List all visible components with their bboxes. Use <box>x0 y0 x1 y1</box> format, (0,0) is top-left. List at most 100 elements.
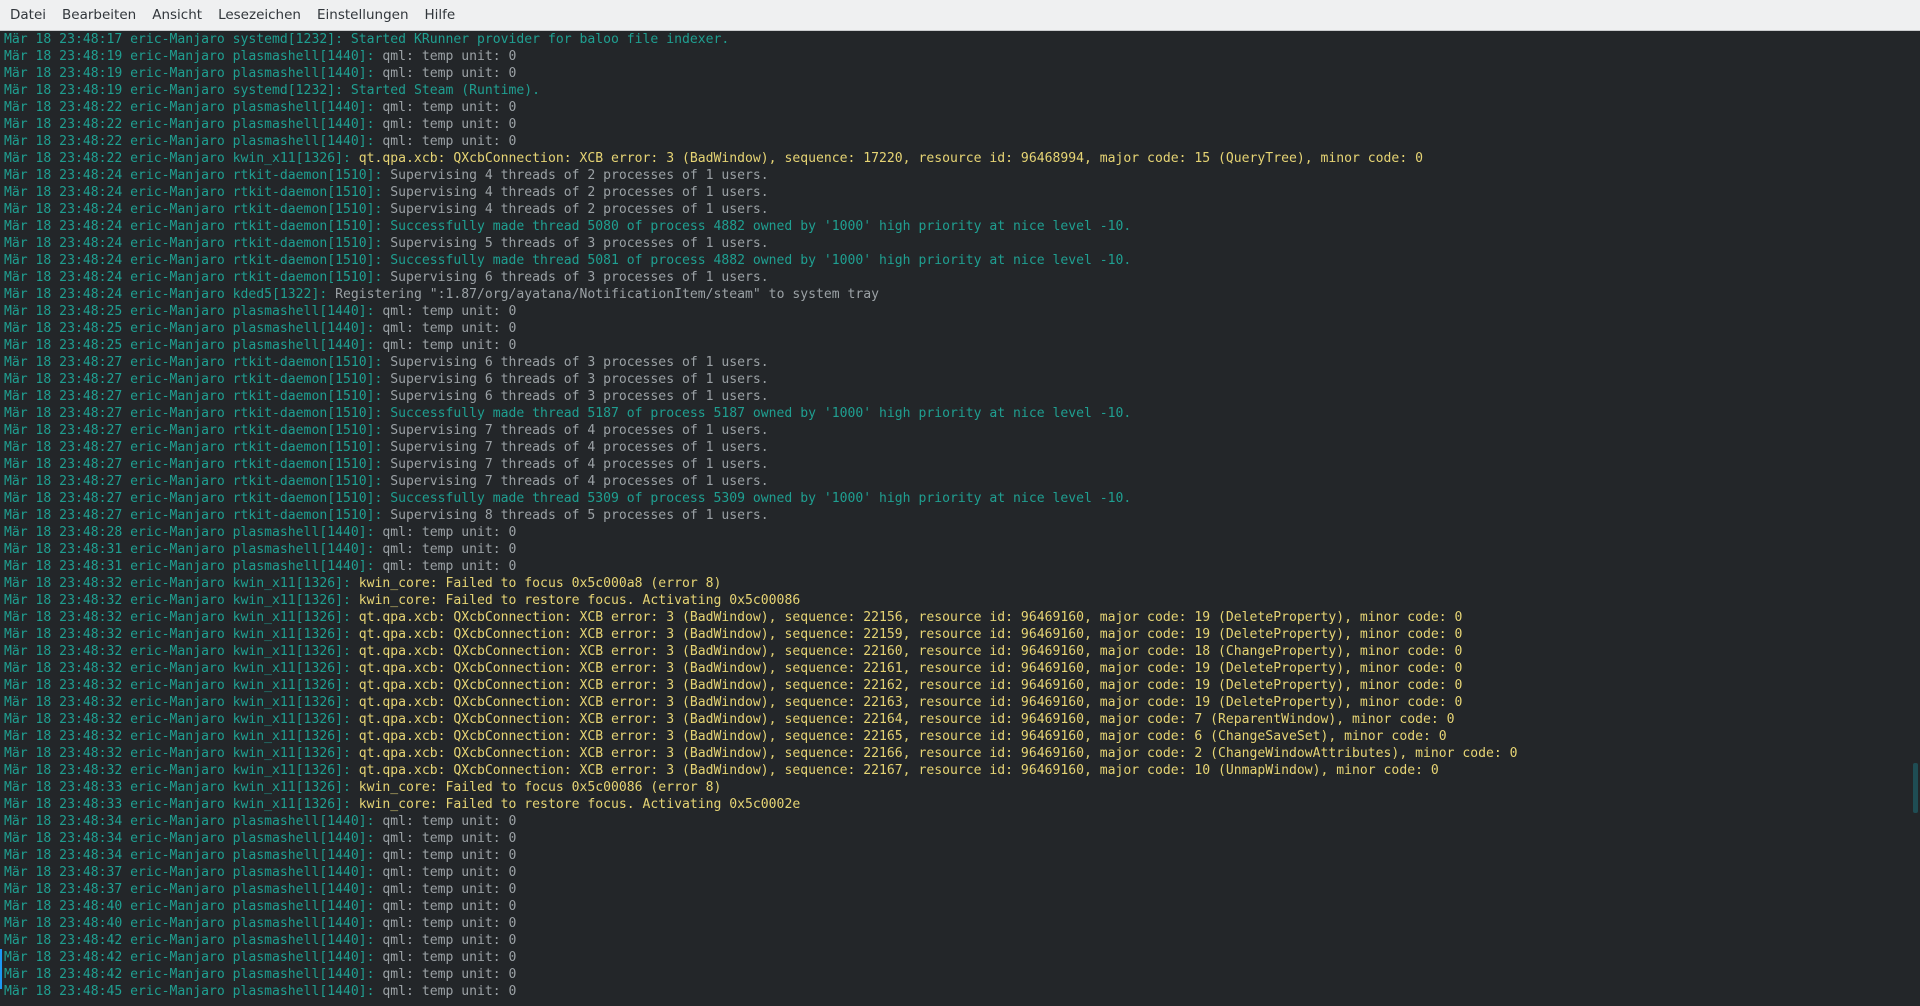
log-prefix: Mär 18 23:48:24 eric-Manjaro rtkit-daemo… <box>4 185 383 200</box>
log-line: Mär 18 23:48:32 eric-Manjaro kwin_x11[13… <box>4 643 1906 660</box>
log-prefix: Mär 18 23:48:32 eric-Manjaro kwin_x11[13… <box>4 661 351 676</box>
log-line: Mär 18 23:48:27 eric-Manjaro rtkit-daemo… <box>4 473 1906 490</box>
log-prefix: Mär 18 23:48:24 eric-Manjaro kded5[1322]… <box>4 287 328 302</box>
log-line: Mär 18 23:48:19 eric-Manjaro plasmashell… <box>4 65 1906 82</box>
log-prefix: Mär 18 23:48:24 eric-Manjaro rtkit-daemo… <box>4 253 383 268</box>
log-line: Mär 18 23:48:45 eric-Manjaro plasmashell… <box>4 983 1906 1000</box>
log-message: Successfully made thread 5187 of process… <box>390 406 1132 421</box>
log-prefix: Mär 18 23:48:27 eric-Manjaro rtkit-daemo… <box>4 406 383 421</box>
log-line: Mär 18 23:48:22 eric-Manjaro kwin_x11[13… <box>4 150 1906 167</box>
log-message: qml: temp unit: 0 <box>382 967 517 982</box>
log-prefix: Mär 18 23:48:42 eric-Manjaro plasmashell… <box>4 933 375 948</box>
log-prefix: Mär 18 23:48:22 eric-Manjaro plasmashell… <box>4 117 375 132</box>
log-message: Supervising 6 threads of 3 processes of … <box>390 355 769 370</box>
log-line: Mär 18 23:48:31 eric-Manjaro plasmashell… <box>4 541 1906 558</box>
log-message: qt.qpa.xcb: QXcbConnection: XCB error: 3… <box>358 729 1447 744</box>
log-prefix: Mär 18 23:48:25 eric-Manjaro plasmashell… <box>4 321 375 336</box>
log-prefix: Mär 18 23:48:24 eric-Manjaro rtkit-daemo… <box>4 236 383 251</box>
log-prefix: Mär 18 23:48:42 eric-Manjaro plasmashell… <box>4 967 375 982</box>
log-line: Mär 18 23:48:32 eric-Manjaro kwin_x11[13… <box>4 626 1906 643</box>
log-message: qml: temp unit: 0 <box>382 66 517 81</box>
log-message: Supervising 4 threads of 2 processes of … <box>390 185 769 200</box>
log-line: Mär 18 23:48:34 eric-Manjaro plasmashell… <box>4 830 1906 847</box>
log-line: Mär 18 23:48:27 eric-Manjaro rtkit-daemo… <box>4 507 1906 524</box>
log-prefix: Mär 18 23:48:22 eric-Manjaro plasmashell… <box>4 100 375 115</box>
scrollbar-handle[interactable] <box>1913 763 1918 813</box>
log-prefix: Mär 18 23:48:24 eric-Manjaro rtkit-daemo… <box>4 270 383 285</box>
log-message: qml: temp unit: 0 <box>382 916 517 931</box>
log-line: Mär 18 23:48:19 eric-Manjaro plasmashell… <box>4 48 1906 65</box>
log-line: Mär 18 23:48:28 eric-Manjaro plasmashell… <box>4 524 1906 541</box>
log-line: Mär 18 23:48:32 eric-Manjaro kwin_x11[13… <box>4 609 1906 626</box>
log-message: Successfully made thread 5081 of process… <box>390 253 1132 268</box>
log-message: qml: temp unit: 0 <box>382 134 517 149</box>
log-message: qml: temp unit: 0 <box>382 933 517 948</box>
log-prefix: Mär 18 23:48:32 eric-Manjaro kwin_x11[13… <box>4 593 351 608</box>
log-line: Mär 18 23:48:24 eric-Manjaro rtkit-daemo… <box>4 218 1906 235</box>
log-message: Started KRunner provider for baloo file … <box>350 32 730 47</box>
log-prefix: Mär 18 23:48:34 eric-Manjaro plasmashell… <box>4 831 375 846</box>
log-line: Mär 18 23:48:37 eric-Manjaro plasmashell… <box>4 864 1906 881</box>
log-message: qml: temp unit: 0 <box>382 848 517 863</box>
log-message: qt.qpa.xcb: QXcbConnection: XCB error: 3… <box>358 151 1423 166</box>
log-line: Mär 18 23:48:27 eric-Manjaro rtkit-daemo… <box>4 388 1906 405</box>
log-message: qml: temp unit: 0 <box>382 117 517 132</box>
log-message: Supervising 7 threads of 4 processes of … <box>390 474 769 489</box>
log-prefix: Mär 18 23:48:24 eric-Manjaro rtkit-daemo… <box>4 202 383 217</box>
log-line: Mär 18 23:48:25 eric-Manjaro plasmashell… <box>4 303 1906 320</box>
log-prefix: Mär 18 23:48:27 eric-Manjaro rtkit-daemo… <box>4 508 383 523</box>
log-prefix: Mär 18 23:48:32 eric-Manjaro kwin_x11[13… <box>4 763 351 778</box>
menu-bar: Datei Bearbeiten Ansicht Lesezeichen Ein… <box>0 0 1920 31</box>
log-message: qml: temp unit: 0 <box>382 814 517 829</box>
log-prefix: Mär 18 23:48:27 eric-Manjaro rtkit-daemo… <box>4 457 383 472</box>
log-line: Mär 18 23:48:32 eric-Manjaro kwin_x11[13… <box>4 660 1906 677</box>
log-message: qml: temp unit: 0 <box>382 49 517 64</box>
menu-datei[interactable]: Datei <box>2 0 54 30</box>
log-lines: Mär 18 23:48:17 eric-Manjaro systemd[123… <box>4 31 1906 1000</box>
log-message: qml: temp unit: 0 <box>382 899 517 914</box>
menu-einstellungen[interactable]: Einstellungen <box>309 0 417 30</box>
log-message: qml: temp unit: 0 <box>382 984 517 999</box>
menu-lesezeichen[interactable]: Lesezeichen <box>210 0 309 30</box>
log-line: Mär 18 23:48:32 eric-Manjaro kwin_x11[13… <box>4 762 1906 779</box>
log-message: kwin_core: Failed to focus 0x5c000a8 (er… <box>358 576 722 591</box>
log-prefix: Mär 18 23:48:22 eric-Manjaro plasmashell… <box>4 134 375 149</box>
log-message: Supervising 5 threads of 3 processes of … <box>390 236 769 251</box>
log-prefix: Mär 18 23:48:25 eric-Manjaro plasmashell… <box>4 304 375 319</box>
log-line: Mär 18 23:48:32 eric-Manjaro kwin_x11[13… <box>4 592 1906 609</box>
log-message: qt.qpa.xcb: QXcbConnection: XCB error: 3… <box>358 610 1463 625</box>
log-line: Mär 18 23:48:27 eric-Manjaro rtkit-daemo… <box>4 405 1906 422</box>
log-prefix: Mär 18 23:48:24 eric-Manjaro rtkit-daemo… <box>4 168 383 183</box>
log-message: Supervising 6 threads of 3 processes of … <box>390 270 769 285</box>
log-message: Successfully made thread 5080 of process… <box>390 219 1132 234</box>
log-message: Supervising 6 threads of 3 processes of … <box>390 372 769 387</box>
log-line: Mär 18 23:48:22 eric-Manjaro plasmashell… <box>4 99 1906 116</box>
log-line: Mär 18 23:48:24 eric-Manjaro kded5[1322]… <box>4 286 1906 303</box>
log-prefix: Mär 18 23:48:40 eric-Manjaro plasmashell… <box>4 899 375 914</box>
log-prefix: Mär 18 23:48:19 eric-Manjaro plasmashell… <box>4 66 375 81</box>
log-prefix: Mär 18 23:48:34 eric-Manjaro plasmashell… <box>4 814 375 829</box>
log-message: qt.qpa.xcb: QXcbConnection: XCB error: 3… <box>358 644 1463 659</box>
log-prefix: Mär 18 23:48:27 eric-Manjaro rtkit-daemo… <box>4 389 383 404</box>
log-prefix: Mär 18 23:48:17 eric-Manjaro systemd[123… <box>4 32 343 47</box>
log-message: qt.qpa.xcb: QXcbConnection: XCB error: 3… <box>358 695 1463 710</box>
log-prefix: Mär 18 23:48:33 eric-Manjaro kwin_x11[13… <box>4 797 351 812</box>
log-message: kwin_core: Failed to restore focus. Acti… <box>358 797 801 812</box>
log-line: Mär 18 23:48:32 eric-Manjaro kwin_x11[13… <box>4 728 1906 745</box>
log-prefix: Mär 18 23:48:32 eric-Manjaro kwin_x11[13… <box>4 627 351 642</box>
terminal-output[interactable]: Mär 18 23:48:17 eric-Manjaro systemd[123… <box>0 31 1920 1006</box>
menu-hilfe[interactable]: Hilfe <box>417 0 464 30</box>
menu-ansicht[interactable]: Ansicht <box>144 0 210 30</box>
log-line: Mär 18 23:48:32 eric-Manjaro kwin_x11[13… <box>4 694 1906 711</box>
log-line: Mär 18 23:48:33 eric-Manjaro kwin_x11[13… <box>4 796 1906 813</box>
log-line: Mär 18 23:48:22 eric-Manjaro plasmashell… <box>4 116 1906 133</box>
log-prefix: Mär 18 23:48:32 eric-Manjaro kwin_x11[13… <box>4 678 351 693</box>
log-message: Successfully made thread 5309 of process… <box>390 491 1132 506</box>
log-message: qml: temp unit: 0 <box>382 304 517 319</box>
log-line: Mär 18 23:48:34 eric-Manjaro plasmashell… <box>4 813 1906 830</box>
log-message: qml: temp unit: 0 <box>382 338 517 353</box>
log-line: Mär 18 23:48:27 eric-Manjaro rtkit-daemo… <box>4 422 1906 439</box>
log-prefix: Mär 18 23:48:27 eric-Manjaro rtkit-daemo… <box>4 474 383 489</box>
log-line: Mär 18 23:48:25 eric-Manjaro plasmashell… <box>4 320 1906 337</box>
menu-bearbeiten[interactable]: Bearbeiten <box>54 0 144 30</box>
